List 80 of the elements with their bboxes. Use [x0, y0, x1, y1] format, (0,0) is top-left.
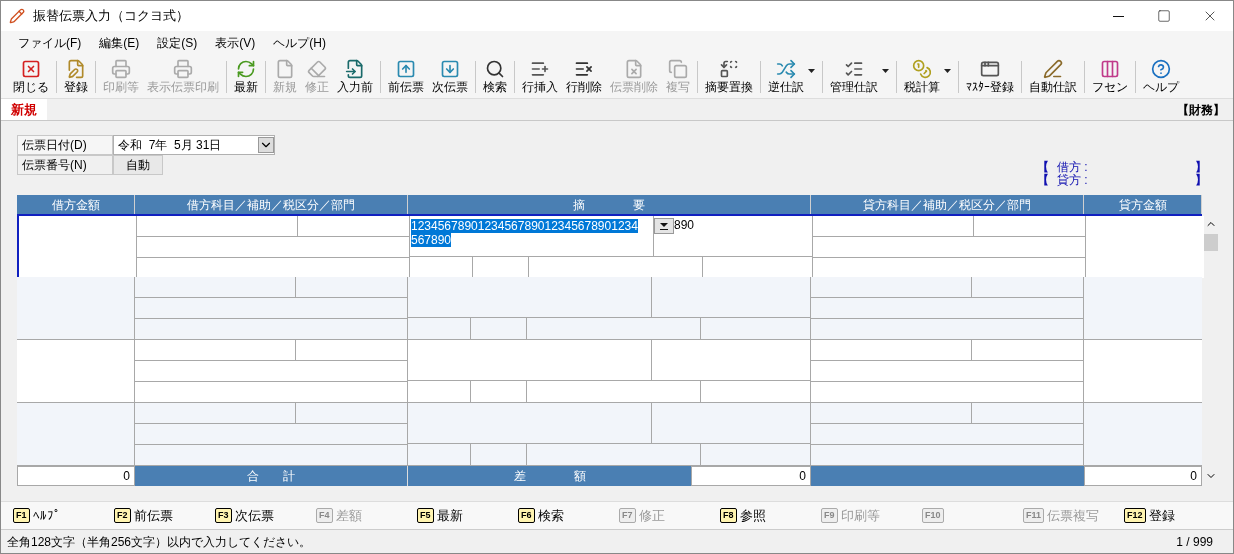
function-key-button[interactable]: F12 登録 [1124, 505, 1225, 526]
toolbar-button[interactable]: 入力前 [333, 55, 377, 98]
file-delete-icon [624, 58, 644, 79]
toolbar-button[interactable]: 次伝票 [428, 55, 472, 98]
toolbar-button[interactable]: 最新 [230, 55, 262, 98]
function-key-button[interactable]: F6 検索 [518, 505, 619, 526]
columns-icon [1100, 58, 1120, 79]
toolbar-button[interactable]: 行削除 [562, 55, 606, 98]
function-key-button[interactable]: F1 ﾍﾙﾌﾟ [13, 505, 114, 526]
dropdown-button[interactable] [654, 218, 674, 234]
page-indicator: 1 / 999 [1176, 533, 1213, 551]
minimize-icon [1112, 15, 1124, 17]
function-key-button[interactable]: F2 前伝票 [114, 505, 215, 526]
journal-row[interactable] [17, 277, 1202, 340]
summary-field[interactable]: 1234567890123456789012345678901234 567890 [410, 216, 654, 256]
journal-row[interactable]: 1234567890123456789012345678901234 567890 890 [17, 214, 1202, 277]
pencil-file-icon [66, 58, 86, 79]
dropdown-icon [882, 68, 889, 73]
date-field[interactable]: 令和 7年 5月 31日 [113, 135, 275, 155]
toolbar-button[interactable]: フセン [1088, 55, 1132, 98]
printer-icon [173, 58, 193, 79]
toolbar-button[interactable]: ヘルプ [1139, 55, 1183, 98]
toolbar-button[interactable]: ﾏｽﾀｰ登録 [962, 55, 1018, 98]
menu-item[interactable]: ファイル(F) [9, 34, 91, 52]
difference-amount: 0 [691, 466, 811, 486]
field-label: 伝票番号(N) [17, 155, 113, 175]
file-icon [275, 58, 295, 79]
function-key-button[interactable]: F5 最新 [417, 505, 518, 526]
search-icon [485, 58, 505, 79]
balance-label: 貸方 : [1057, 174, 1088, 187]
toolbar-button[interactable]: 行挿入 [518, 55, 562, 98]
file-return-icon [345, 58, 365, 79]
journal-row[interactable] [17, 403, 1202, 466]
bracket: 【 [1037, 174, 1049, 187]
replace-icon [719, 58, 739, 79]
toolbar-button[interactable]: 税計算 [900, 55, 955, 98]
status-message: 全角128文字（半角256文字）以内で入力してください。 [7, 533, 312, 551]
difference-label: 差 額 [408, 466, 691, 486]
close-icon [21, 58, 41, 79]
journal-row[interactable] [17, 340, 1202, 403]
function-key-button[interactable]: F3 次伝票 [215, 505, 316, 526]
field-label: 伝票日付(D) [17, 135, 113, 155]
app-icon [9, 8, 25, 24]
coins-icon [912, 58, 932, 79]
printer-icon [111, 58, 131, 79]
auto-number-button[interactable]: 自動 [113, 155, 163, 175]
context-label: 【財務】 [1177, 101, 1225, 119]
dropdown-icon [258, 137, 274, 153]
dropdown-icon [660, 222, 668, 230]
window-title: 振替伝票入力（コクヨ式） [33, 7, 189, 26]
eraser-icon [307, 58, 327, 79]
toolbar-button[interactable]: 検索 [479, 55, 511, 98]
balance-label: 借方 : [1057, 161, 1088, 174]
menu-item[interactable]: ヘルプ(H) [264, 34, 335, 52]
toolbar-button[interactable]: 閉じる [9, 55, 53, 98]
help-icon [1151, 58, 1171, 79]
bracket: 【 [1037, 161, 1049, 174]
bracket: 】 [1195, 161, 1207, 174]
pen-icon [1043, 58, 1063, 79]
maximize-icon [1157, 9, 1171, 23]
menu-item[interactable]: 設定(S) [148, 34, 207, 52]
swap-icon [776, 58, 796, 79]
dropdown-icon [808, 68, 815, 73]
refresh-icon [236, 58, 256, 79]
dropdown-icon [944, 68, 951, 73]
function-key-button[interactable]: F8 参照 [720, 505, 821, 526]
bracket: 】 [1195, 174, 1207, 187]
menu-item[interactable]: 編集(E) [90, 34, 149, 52]
toolbar-button[interactable]: 逆仕訳 [764, 55, 819, 98]
menu-item[interactable]: 表示(V) [206, 34, 265, 52]
toolbar-button[interactable]: 摘要置換 [701, 55, 757, 98]
total-label: 合 計 [135, 466, 408, 486]
toolbar-button[interactable]: 自動仕訳 [1025, 55, 1081, 98]
summary-text: 890 [674, 218, 695, 232]
debit-total: 0 [17, 466, 135, 486]
credit-total: 0 [1084, 466, 1202, 486]
toolbar-button[interactable]: 登録 [60, 55, 92, 98]
toolbar-button[interactable]: 管理仕訳 [826, 55, 893, 98]
toolbar-button[interactable]: 前伝票 [384, 55, 428, 98]
copy-icon [668, 58, 688, 79]
